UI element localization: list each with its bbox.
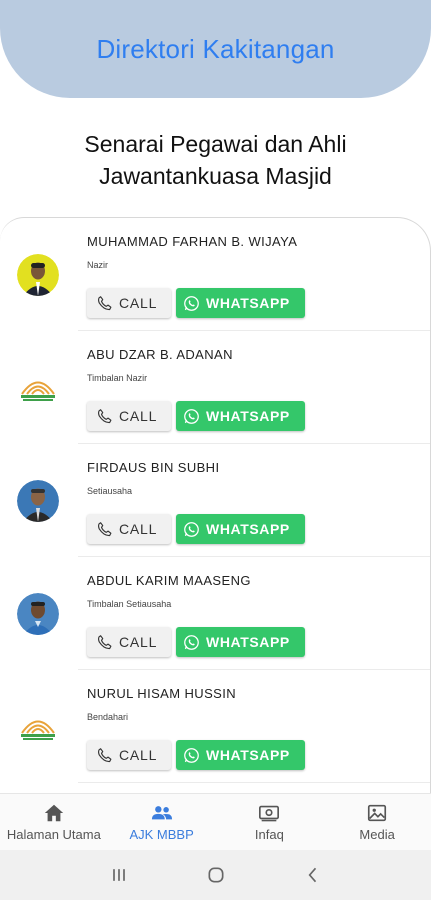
staff-name: ABDUL KARIM MAASENG (87, 573, 251, 588)
call-label: CALL (119, 295, 158, 311)
app-header: Direktori Kakitangan (0, 0, 431, 98)
avatar (17, 480, 59, 522)
whatsapp-label: WHATSAPP (206, 408, 290, 424)
list-item: FIRDAUS BIN SUBHI Setiausaha CALL WHATSA… (0, 444, 430, 557)
staff-role: Timbalan Setiausaha (87, 599, 172, 609)
mosque-logo-icon (17, 367, 59, 409)
call-label: CALL (119, 521, 158, 537)
call-button[interactable]: CALL (87, 401, 171, 431)
recent-apps-icon[interactable] (109, 865, 129, 885)
page-title: Direktori Kakitangan (96, 33, 335, 64)
staff-name: FIRDAUS BIN SUBHI (87, 460, 220, 475)
whatsapp-icon (184, 634, 199, 650)
call-label: CALL (119, 408, 158, 424)
whatsapp-button[interactable]: WHATSAPP (176, 514, 305, 544)
staff-role: Bendahari (87, 712, 129, 722)
home-icon (44, 804, 64, 822)
call-button[interactable]: CALL (87, 740, 171, 770)
call-button[interactable]: CALL (87, 627, 171, 657)
nav-item-ajk-mbbp[interactable]: AJK MBBP (108, 794, 216, 850)
nav-item-infaq[interactable]: Infaq (216, 794, 324, 850)
nav-label: AJK MBBP (129, 827, 194, 842)
gallery-icon (368, 804, 387, 822)
avatar (17, 254, 59, 296)
staff-name: MUHAMMAD FARHAN B. WIJAYA (87, 234, 298, 249)
whatsapp-label: WHATSAPP (206, 634, 290, 650)
bottom-navigation: Halaman Utama AJK MBBP Infaq Media (0, 793, 431, 850)
call-button[interactable]: CALL (87, 514, 171, 544)
nav-item-media[interactable]: Media (323, 794, 431, 850)
whatsapp-label: WHATSAPP (206, 521, 290, 537)
whatsapp-button[interactable]: WHATSAPP (176, 627, 305, 657)
whatsapp-label: WHATSAPP (206, 747, 290, 763)
people-icon (151, 806, 172, 820)
staff-name: ABU DZAR B. ADANAN (87, 347, 233, 362)
whatsapp-button[interactable]: WHATSAPP (176, 288, 305, 318)
money-icon (259, 805, 280, 822)
phone-icon (98, 408, 112, 423)
phone-icon (98, 634, 112, 649)
list-item: ABU DZAR B. ADANAN Timbalan Nazir CALL W… (0, 331, 430, 444)
whatsapp-icon (184, 295, 199, 311)
mosque-logo-icon (17, 706, 59, 748)
nav-label: Halaman Utama (6, 827, 101, 842)
list-item: MUHAMMAD FARHAN B. WIJAYA Nazir CALL WHA… (0, 218, 430, 331)
section-subtitle: Senarai Pegawai dan Ahli Jawantankuasa M… (0, 128, 431, 192)
nav-item-halaman-utama[interactable]: Halaman Utama (0, 794, 108, 850)
whatsapp-icon (184, 747, 199, 763)
phone-icon (98, 295, 112, 310)
home-circle-icon[interactable] (206, 865, 226, 885)
call-label: CALL (119, 634, 158, 650)
call-button[interactable]: CALL (87, 288, 171, 318)
staff-role: Timbalan Nazir (87, 373, 148, 383)
whatsapp-icon (184, 408, 199, 424)
whatsapp-label: WHATSAPP (206, 295, 290, 311)
staff-role: Setiausaha (87, 486, 133, 496)
subtitle-line-2: Jawantankuasa Masjid (99, 163, 332, 189)
divider (78, 782, 430, 783)
list-item: NURUL HISAM HUSSIN Bendahari CALL WHATSA… (0, 670, 430, 783)
whatsapp-button[interactable]: WHATSAPP (176, 401, 305, 431)
list-item: ABDUL KARIM MAASENG Timbalan Setiausaha … (0, 557, 430, 670)
subtitle-line-1: Senarai Pegawai dan Ahli (84, 131, 347, 157)
staff-role: Nazir (87, 260, 109, 270)
whatsapp-button[interactable]: WHATSAPP (176, 740, 305, 770)
system-navigation-bar (0, 850, 431, 900)
nav-label: Media (359, 827, 395, 842)
back-icon[interactable] (303, 865, 323, 885)
phone-icon (98, 521, 112, 536)
call-label: CALL (119, 747, 158, 763)
nav-label: Infaq (254, 827, 284, 842)
phone-icon (98, 747, 112, 762)
avatar (17, 593, 59, 635)
staff-list[interactable]: MUHAMMAD FARHAN B. WIJAYA Nazir CALL WHA… (0, 217, 431, 793)
whatsapp-icon (184, 521, 199, 537)
staff-name: NURUL HISAM HUSSIN (87, 686, 237, 701)
